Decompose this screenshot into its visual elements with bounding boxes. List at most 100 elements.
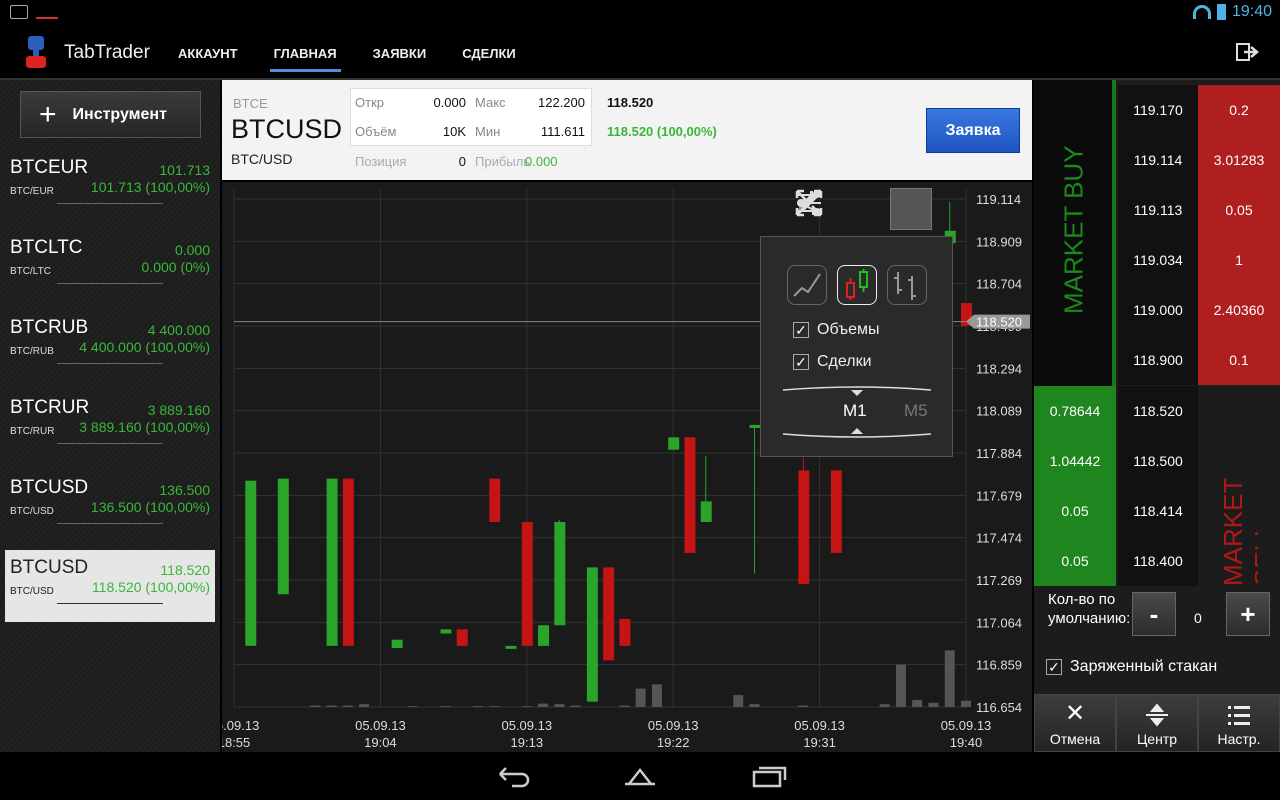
candle-body <box>684 437 696 553</box>
chart-type-candles[interactable] <box>837 265 877 305</box>
instrument-value: 101.713 <box>159 162 210 178</box>
volume-bar <box>928 702 939 707</box>
candle-body <box>603 567 615 661</box>
bid-price[interactable]: 118.500 <box>1118 436 1198 486</box>
loaded-book-checkbox[interactable]: ✓ Заряженный стакан <box>1046 658 1217 676</box>
timeframe-next[interactable]: M5 <box>904 401 928 421</box>
instrument-item-selected[interactable]: BTCUSD BTC/USD 118.520 118.520 (100,00%) <box>5 550 215 622</box>
x-tick-time: 19:13 <box>511 735 544 750</box>
candle-body <box>245 480 257 646</box>
tab-account[interactable]: АККАУНТ <box>160 26 256 80</box>
chart-type-bars[interactable] <box>887 265 927 305</box>
y-tick-label: 118.704 <box>976 277 1022 292</box>
bid-amount[interactable]: 0.05 <box>1034 536 1116 586</box>
divider <box>57 603 163 604</box>
divider <box>57 283 163 284</box>
candle-body <box>798 470 810 584</box>
trades-checkbox[interactable]: ✓ Сделки <box>793 353 872 371</box>
instrument-pair: BTC/RUB <box>10 346 54 357</box>
volume-bar <box>342 705 353 707</box>
market-sell-label[interactable]: MARKET SELL <box>1218 436 1258 586</box>
chart-settings-button[interactable] <box>797 188 932 230</box>
x-tick-date: 05.09.13 <box>648 718 699 733</box>
checkmark-icon: ✓ <box>793 354 809 370</box>
ask-price[interactable]: 118.900 <box>1118 335 1198 385</box>
ask-price[interactable]: 119.170 <box>1118 85 1198 135</box>
instrument-item[interactable]: BTCRUR BTC/RUR 3 889.160 3 889.160 (100,… <box>5 390 215 462</box>
add-instrument-button[interactable]: + Инструмент <box>20 91 201 138</box>
chart-type-line[interactable] <box>787 265 827 305</box>
instrument-pair-title: BTC/USD <box>231 151 293 167</box>
wifi-icon <box>1192 5 1211 19</box>
share-button[interactable] <box>797 188 884 230</box>
instrument-symbol: BTCEUR <box>10 157 89 178</box>
ask-amount[interactable]: 0.1 <box>1198 335 1280 385</box>
divider <box>57 523 163 524</box>
x-tick-time: 19:31 <box>803 735 836 750</box>
instrument-item[interactable]: BTCUSD BTC/USD 136.500 136.500 (100,00%) <box>5 470 215 542</box>
instrument-symbol: BTCUSD <box>10 557 89 578</box>
market-buy-button[interactable]: MARKET BUY <box>1034 80 1116 386</box>
instrument-change: 136.500 (100,00%) <box>90 499 210 515</box>
volume-bar <box>635 688 646 707</box>
instrument-item[interactable]: BTCEUR BTC/EUR 101.713 101.713 (100,00%) <box>5 150 215 222</box>
ask-amount[interactable]: 2.40360 <box>1198 285 1280 335</box>
volume-bar <box>521 706 532 707</box>
qty-minus-button[interactable]: - <box>1132 592 1176 636</box>
home-icon[interactable] <box>621 764 659 788</box>
ask-amount[interactable]: 1 <box>1198 235 1280 285</box>
back-icon[interactable] <box>494 764 532 788</box>
bid-amount[interactable]: 0.78644 <box>1034 386 1116 436</box>
settings-label: Настр. <box>1217 731 1261 747</box>
timeframe-selected[interactable]: M1 <box>843 401 867 421</box>
price-chart[interactable]: 119.114118.909118.704118.499118.294118.0… <box>222 182 1032 752</box>
divider <box>57 203 163 204</box>
x-tick-date: 05.09.13 <box>355 718 406 733</box>
instrument-pair: BTC/USD <box>10 506 54 517</box>
tab-orders[interactable]: ЗАЯВКИ <box>355 26 445 80</box>
candle-body <box>440 629 452 634</box>
ask-amount[interactable]: 0.05 <box>1198 185 1280 235</box>
recent-apps-icon[interactable] <box>750 764 788 788</box>
volume-bar <box>310 705 321 707</box>
tab-main[interactable]: ГЛАВНАЯ <box>256 26 355 80</box>
order-button[interactable]: Заявка <box>926 108 1020 153</box>
volume-label: Объём <box>355 124 397 139</box>
instrument-item[interactable]: BTCLTC BTC/LTC 0.000 0.000 (0%) <box>5 230 215 302</box>
volume-bar <box>651 684 662 707</box>
exit-icon[interactable] <box>1236 42 1260 62</box>
volume-bar <box>912 699 923 707</box>
qty-plus-button[interactable]: + <box>1226 592 1270 636</box>
ask-amount[interactable]: 0.2 <box>1198 85 1280 135</box>
fullscreen-button[interactable] <box>795 188 980 230</box>
ask-price[interactable]: 119.114 <box>1118 135 1198 185</box>
instrument-item[interactable]: BTCRUB BTC/RUB 4 400.000 4 400.000 (100,… <box>5 310 215 382</box>
bid-price[interactable]: 118.520 <box>1118 386 1198 436</box>
profit-label: Прибыль <box>475 154 530 169</box>
candle-body <box>668 437 680 450</box>
candle-body <box>538 625 550 646</box>
volume-bar <box>619 705 630 707</box>
volume-bar <box>440 706 451 707</box>
bid-amount[interactable]: 0.05 <box>1034 486 1116 536</box>
ask-price[interactable]: 119.000 <box>1118 285 1198 335</box>
bid-amount[interactable]: 1.04442 <box>1034 436 1116 486</box>
ask-price[interactable]: 119.034 <box>1118 235 1198 285</box>
ask-price[interactable]: 119.113 <box>1118 185 1198 235</box>
volume-bar <box>733 695 744 707</box>
order-book-panel: MARKET BUY 119.170 0.2 119.114 3.01283 119.1… <box>1034 80 1280 752</box>
tab-trades[interactable]: СДЕЛКИ <box>444 26 534 80</box>
last-change: 118.520 (100,00%) <box>607 124 717 139</box>
center-button[interactable]: Центр <box>1116 694 1198 752</box>
ask-amount[interactable]: 3.01283 <box>1198 135 1280 185</box>
instrument-value: 0.000 <box>174 242 210 258</box>
bid-price[interactable]: 118.400 <box>1118 536 1198 586</box>
instrument-change: 101.713 (100,00%) <box>90 179 210 195</box>
bid-price[interactable]: 118.414 <box>1118 486 1198 536</box>
candle-body <box>830 470 842 553</box>
qty-value[interactable]: 0 <box>1194 610 1202 626</box>
min-label: Мин <box>475 124 501 139</box>
cancel-button[interactable]: ✕ Отмена <box>1034 694 1116 752</box>
settings-button[interactable]: Настр. <box>1198 694 1280 752</box>
volumes-checkbox[interactable]: ✓ Объемы <box>793 321 879 339</box>
